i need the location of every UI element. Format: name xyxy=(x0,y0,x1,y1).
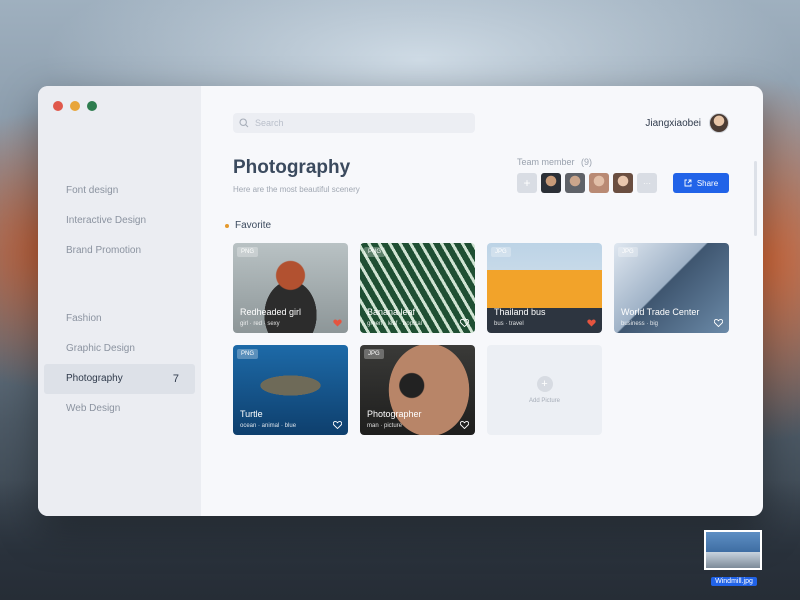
sidebar-item-fashion[interactable]: Fashion xyxy=(44,304,195,334)
picture-card[interactable]: JPG Photographer man · picture xyxy=(360,345,475,435)
favorite-dot xyxy=(225,223,229,228)
sidebar-item-label: Brand Promotion xyxy=(66,245,142,256)
nav-group-categories: Fashion Graphic Design Photography 7 Web… xyxy=(38,304,201,424)
add-picture-label: Add Picture xyxy=(528,398,561,404)
maximize-window-button[interactable] xyxy=(87,101,97,111)
heart-icon[interactable] xyxy=(460,319,469,327)
team-count: (9) xyxy=(581,157,593,167)
share-icon xyxy=(684,179,692,187)
picture-grid: PNG Redheaded girl girl · red · sexy PNG… xyxy=(233,243,729,435)
favorite-section-header: Favorite xyxy=(225,220,729,231)
topbar: Jiangxiaobei xyxy=(233,113,729,133)
card-tags: ocean · animal · blue xyxy=(240,423,297,429)
card-title: Banana leaf xyxy=(367,307,416,317)
team-panel: Team member (9) + ··· Share xyxy=(517,157,729,194)
sidebar-item-font-design[interactable]: Font design xyxy=(44,176,195,206)
minimize-window-button[interactable] xyxy=(70,101,80,111)
search-box[interactable] xyxy=(233,113,475,133)
file-type-badge: PNG xyxy=(364,247,386,257)
sidebar-item-brand-promotion[interactable]: Brand Promotion xyxy=(44,236,195,266)
picture-card[interactable]: JPG Thailand bus bus · travel xyxy=(487,243,602,333)
desktop-file-label: Windmill.jpg xyxy=(711,577,757,586)
sidebar-item-label: Web Design xyxy=(66,403,121,414)
picture-card[interactable]: PNG Redheaded girl girl · red · sexy xyxy=(233,243,348,333)
card-tags: man · picture xyxy=(367,423,403,429)
plus-icon: + xyxy=(536,376,553,392)
sidebar-item-label: Fashion xyxy=(66,313,102,324)
team-label: Team member (9) xyxy=(517,157,729,167)
sidebar-item-label: Font design xyxy=(66,185,119,196)
team-member-avatar[interactable] xyxy=(565,173,585,193)
search-input[interactable] xyxy=(255,118,455,128)
user-name: Jiangxiaobei xyxy=(645,117,701,129)
user-profile[interactable]: Jiangxiaobei xyxy=(645,113,729,133)
window-controls xyxy=(53,101,97,111)
sidebar: Font design Interactive Design Brand Pro… xyxy=(38,86,201,516)
picture-card[interactable]: PNG Banana leaf green · leaf · tropical xyxy=(360,243,475,333)
sidebar-item-label: Photography xyxy=(66,373,123,384)
team-label-text: Team member xyxy=(517,157,575,167)
card-title: Turtle xyxy=(240,409,263,419)
file-type-badge: PNG xyxy=(237,247,259,257)
card-title: Redheaded girl xyxy=(240,307,302,317)
sidebar-item-photography[interactable]: Photography 7 xyxy=(44,364,195,394)
share-label: Share xyxy=(696,178,719,188)
heart-icon[interactable] xyxy=(587,319,596,327)
team-members-row: + ··· Share xyxy=(517,173,729,193)
file-type-badge: PNG xyxy=(237,349,259,359)
sidebar-item-graphic-design[interactable]: Graphic Design xyxy=(44,334,195,364)
card-tags: bus · travel xyxy=(494,321,524,327)
card-title: Thailand bus xyxy=(494,307,546,317)
avatar[interactable] xyxy=(709,113,729,133)
app-window: Font design Interactive Design Brand Pro… xyxy=(38,86,763,516)
file-type-badge: JPG xyxy=(491,247,511,257)
desktop-file-icon[interactable]: Windmill.jpg xyxy=(704,530,764,588)
card-tags: business · big xyxy=(621,321,659,327)
scrollbar[interactable] xyxy=(754,161,757,236)
heart-icon[interactable] xyxy=(333,319,342,327)
team-member-avatar[interactable] xyxy=(613,173,633,193)
team-member-avatar[interactable] xyxy=(589,173,609,193)
page-header: Photography Here are the most beautiful … xyxy=(233,157,729,194)
file-thumbnail xyxy=(704,530,762,570)
add-picture-card[interactable]: + Add Picture xyxy=(487,345,602,435)
heart-icon[interactable] xyxy=(714,319,723,327)
card-title: World Trade Center xyxy=(621,307,700,317)
card-tags: girl · red · sexy xyxy=(240,321,280,327)
sidebar-item-interactive-design[interactable]: Interactive Design xyxy=(44,206,195,236)
heart-icon[interactable] xyxy=(460,421,469,429)
team-member-avatar[interactable] xyxy=(541,173,561,193)
search-icon xyxy=(239,118,249,128)
heart-icon[interactable] xyxy=(333,421,342,429)
sidebar-item-count: 7 xyxy=(172,373,179,385)
page-title: Photography xyxy=(233,157,351,178)
nav-group-design: Font design Interactive Design Brand Pro… xyxy=(38,176,201,266)
close-window-button[interactable] xyxy=(53,101,63,111)
card-tags: green · leaf · tropical xyxy=(367,321,423,327)
add-member-button[interactable]: + xyxy=(517,173,537,193)
picture-card[interactable]: JPG World Trade Center business · big xyxy=(614,243,729,333)
card-title: Photographer xyxy=(367,409,422,419)
more-members-button[interactable]: ··· xyxy=(637,173,657,193)
section-label: Favorite xyxy=(235,220,272,231)
picture-card[interactable]: PNG Turtle ocean · animal · blue xyxy=(233,345,348,435)
page-subtitle: Here are the most beautiful scenery xyxy=(233,185,360,194)
sidebar-item-web-design[interactable]: Web Design xyxy=(44,394,195,424)
share-button[interactable]: Share xyxy=(673,173,729,193)
sidebar-item-label: Interactive Design xyxy=(66,215,147,226)
file-type-badge: JPG xyxy=(618,247,638,257)
main-content: Jiangxiaobei Photography Here are the mo… xyxy=(201,86,763,516)
sidebar-item-label: Graphic Design xyxy=(66,343,135,354)
file-type-badge: JPG xyxy=(364,349,384,359)
